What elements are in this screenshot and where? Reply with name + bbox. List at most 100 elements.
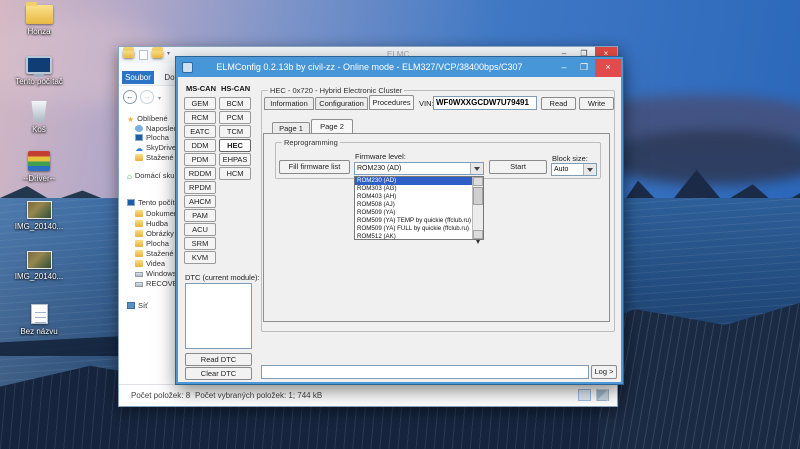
dropdown-item[interactable]: ROM303 (AG) bbox=[355, 185, 472, 193]
module-button-kvm[interactable]: KVM bbox=[184, 251, 216, 264]
dropdown-item[interactable]: ROM509 (YA) FULL by quickie (ffclub.ru) bbox=[355, 225, 472, 233]
sidebar-item-desktop[interactable]: Plocha bbox=[135, 133, 169, 143]
module-button-rpdm[interactable]: RPDM bbox=[184, 181, 216, 194]
block-size-label: Block size: bbox=[552, 154, 588, 163]
history-dropdown-icon[interactable]: ▾ bbox=[158, 95, 161, 102]
tab-page2[interactable]: Page 2 bbox=[311, 119, 353, 134]
sidebar-item-documents[interactable]: Dokumenty bbox=[135, 209, 175, 219]
log-button[interactable]: Log > bbox=[591, 365, 617, 379]
desktop-icon-honza[interactable]: Honza bbox=[8, 5, 70, 36]
module-button-pcm[interactable]: PCM bbox=[219, 111, 251, 124]
dropdown-scrollbar[interactable] bbox=[472, 177, 483, 239]
module-button-ddm[interactable]: DDM bbox=[184, 139, 216, 152]
dropdown-item[interactable]: ROM230 (AD) bbox=[355, 177, 472, 185]
module-button-srm[interactable]: SRM bbox=[184, 237, 216, 250]
tab-procedures[interactable]: Procedures bbox=[369, 95, 414, 110]
dropdown-item[interactable]: ROM512 (AK) bbox=[355, 233, 472, 241]
explorer-file-tab[interactable]: Soubor bbox=[122, 71, 154, 84]
desktop-icon-bez-nazvu[interactable]: Bez názvu bbox=[8, 304, 70, 336]
explorer-statusbar: Počet položek: 8 Počet vybraných položek… bbox=[119, 384, 617, 406]
block-size-combobox[interactable]: Auto bbox=[551, 163, 597, 176]
desktop-icon-label: --Driver-- bbox=[8, 174, 70, 183]
scroll-down-icon[interactable] bbox=[473, 230, 483, 239]
back-button[interactable]: ← bbox=[123, 90, 137, 104]
vin-field[interactable]: WF0WXXGCDW7U79491 bbox=[433, 96, 537, 110]
dropdown-item[interactable]: ROM509 (YA) TEMP by quickie (ffclub.ru) bbox=[355, 217, 472, 225]
sidebar-item-favorites[interactable]: ★Oblíbené bbox=[127, 114, 168, 124]
desktop-icon-img2[interactable]: IMG_20140... bbox=[8, 251, 70, 281]
sidebar-item-label: Videa bbox=[146, 259, 165, 268]
module-button-rcm[interactable]: RCM bbox=[184, 111, 216, 124]
sidebar-item-downloads2[interactable]: Stažené bbox=[135, 249, 174, 259]
read-dtc-button[interactable]: Read DTC bbox=[185, 353, 252, 366]
module-button-pam[interactable]: PAM bbox=[184, 209, 216, 222]
thumbnail-view-button[interactable] bbox=[596, 389, 609, 401]
sidebar-item-windows-drive[interactable]: Windows bbox=[135, 269, 175, 279]
module-button-rddm[interactable]: RDDM bbox=[184, 167, 216, 180]
sidebar-item-videos[interactable]: Videa bbox=[135, 259, 165, 269]
module-button-bcm[interactable]: BCM bbox=[219, 97, 251, 110]
firmware-level-combobox[interactable]: ROM230 (AD) bbox=[354, 162, 484, 175]
combo-dropdown-icon[interactable] bbox=[470, 163, 483, 174]
image-file-icon bbox=[27, 251, 52, 269]
sidebar-item-skydrive[interactable]: ☁SkyDrive bbox=[135, 143, 175, 153]
tab-information[interactable]: Information bbox=[264, 97, 314, 110]
module-button-gem[interactable]: GEM bbox=[184, 97, 216, 110]
quick-access-dropdown-icon[interactable]: ▾ bbox=[167, 50, 170, 57]
dropdown-item[interactable]: ROM508 (AJ) bbox=[355, 201, 472, 209]
sidebar-item-label: Plocha bbox=[146, 239, 169, 248]
scroll-up-icon[interactable] bbox=[473, 177, 483, 186]
sidebar-item-downloads[interactable]: Stažené bbox=[135, 153, 174, 163]
drive-icon bbox=[135, 272, 143, 277]
tab-configuration[interactable]: Configuration bbox=[315, 97, 368, 110]
module-button-acu[interactable]: ACU bbox=[184, 223, 216, 236]
dropdown-item[interactable]: ROM403 (AH) bbox=[355, 193, 472, 201]
module-button-hcm[interactable]: HCM bbox=[219, 167, 251, 180]
sidebar-item-recovery-drive[interactable]: RECOVERY bbox=[135, 279, 175, 289]
dtc-listbox[interactable] bbox=[185, 283, 252, 349]
recent-places-icon bbox=[135, 125, 143, 132]
quick-access-folder-icon[interactable] bbox=[152, 50, 163, 58]
sidebar-item-desktop2[interactable]: Plocha bbox=[135, 239, 169, 249]
sidebar-item-music[interactable]: Hudba bbox=[135, 219, 168, 229]
sidebar-item-network[interactable]: Síť bbox=[127, 301, 148, 311]
fill-firmware-list-button[interactable]: Fill firmware list bbox=[279, 160, 350, 174]
sidebar-item-pictures[interactable]: Obrázky bbox=[135, 229, 174, 239]
desktop-icon-img1[interactable]: IMG_20140... bbox=[8, 201, 70, 231]
folder-icon bbox=[135, 250, 143, 257]
desktop-icon-label: Bez názvu bbox=[8, 327, 70, 336]
module-button-pdm[interactable]: PDM bbox=[184, 153, 216, 166]
sidebar-item-label: Domácí skupina bbox=[135, 171, 175, 180]
read-button[interactable]: Read bbox=[541, 97, 576, 110]
combo-dropdown-icon[interactable] bbox=[583, 164, 596, 175]
module-button-ahcm[interactable]: AHCM bbox=[184, 195, 216, 208]
quick-access-folder-icon[interactable] bbox=[123, 50, 134, 58]
desktop-icon-driver[interactable]: --Driver-- bbox=[8, 151, 70, 183]
module-button-eatc[interactable]: EATC bbox=[184, 125, 216, 138]
close-button[interactable]: × bbox=[595, 59, 621, 77]
sidebar-item-label: Tento počítač bbox=[138, 198, 175, 207]
elmconfig-titlebar[interactable]: ELMConfig 0.2.13b by civil-zz - Online m… bbox=[178, 59, 621, 77]
desktop-icon-tento-pocitac[interactable]: Tento počítač bbox=[8, 56, 70, 86]
write-button[interactable]: Write bbox=[579, 97, 614, 110]
scrollbar-thumb[interactable] bbox=[473, 187, 483, 205]
maximize-button[interactable]: ❐ bbox=[574, 59, 594, 77]
log-input[interactable] bbox=[261, 365, 589, 379]
clear-dtc-button[interactable]: Clear DTC bbox=[185, 367, 252, 380]
module-button-tcm[interactable]: TCM bbox=[219, 125, 251, 138]
minimize-button[interactable]: – bbox=[554, 59, 574, 77]
module-button-ehpas[interactable]: EHPAS bbox=[219, 153, 251, 166]
dropdown-item[interactable]: ROM509 (YA) bbox=[355, 209, 472, 217]
details-view-button[interactable] bbox=[578, 389, 591, 401]
block-size-value: Auto bbox=[554, 165, 582, 175]
module-button-hec[interactable]: HEC bbox=[219, 139, 251, 152]
firmware-dropdown-list: ROM230 (AD) ROM303 (AG) ROM403 (AH) ROM5… bbox=[354, 176, 484, 240]
desktop-icon-kos[interactable]: Koš bbox=[8, 101, 70, 134]
forward-button[interactable]: → bbox=[140, 90, 154, 104]
sidebar-item-homegroup[interactable]: ⌂Domácí skupina bbox=[127, 171, 175, 181]
sidebar-item-this-pc[interactable]: Tento počítač bbox=[127, 198, 175, 208]
image-file-icon bbox=[27, 201, 52, 219]
folder-icon bbox=[135, 230, 143, 237]
start-button[interactable]: Start bbox=[489, 160, 547, 174]
quick-access-file-icon[interactable] bbox=[139, 50, 148, 60]
